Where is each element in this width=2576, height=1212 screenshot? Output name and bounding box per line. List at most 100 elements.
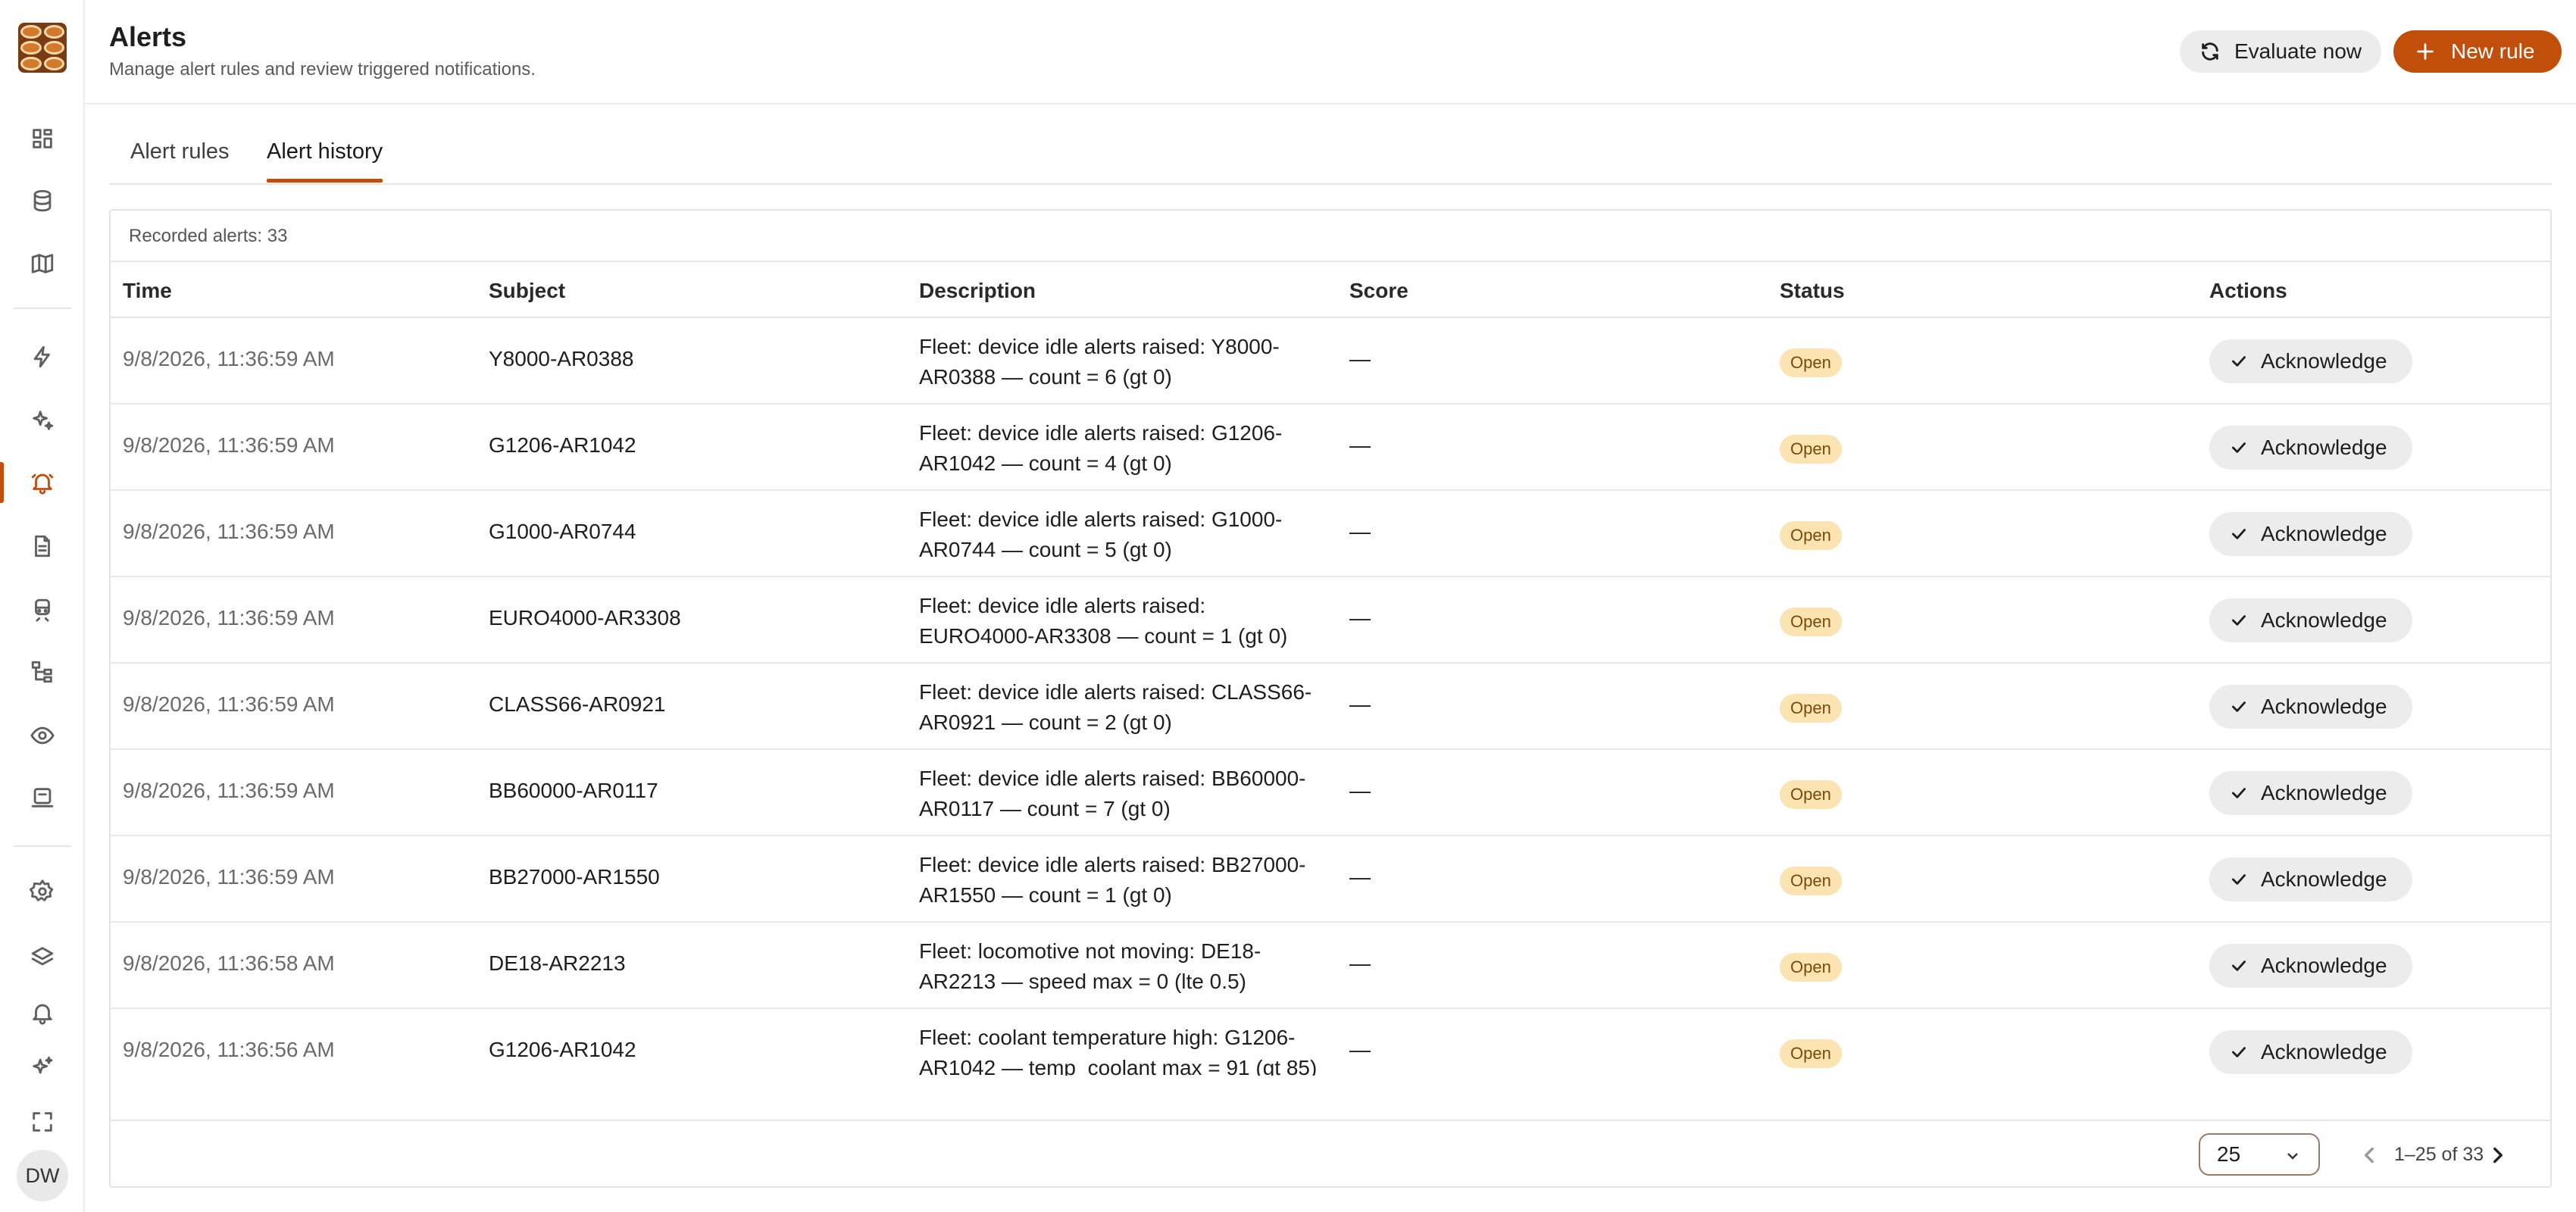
check-icon [2232, 356, 2246, 367]
acknowledge-label: Acknowledge [2261, 954, 2387, 977]
table-row: 9/8/2026, 11:36:59 AM G1206-AR1042 Fleet: … [111, 405, 2550, 491]
tab-alert-history[interactable]: Alert history [267, 139, 383, 183]
sidebar-item-database[interactable] [0, 174, 85, 227]
alert-description: Fleet: device idle alerts raised: Y8000-… [919, 335, 1280, 389]
acknowledge-label: Acknowledge [2261, 1040, 2387, 1064]
acknowledge-label: Acknowledge [2261, 436, 2387, 459]
sidebar-item-map[interactable] [0, 237, 85, 290]
column-header-score[interactable]: Score [1349, 279, 1408, 303]
status-badge: Open [1780, 435, 1842, 464]
sidebar-item-fleet[interactable] [0, 583, 85, 636]
check-icon [2232, 1047, 2246, 1057]
tab-alert-rules[interactable]: Alert rules [130, 139, 230, 181]
table-row: 9/8/2026, 11:36:59 AM CLASS66-AR0921 Fleet… [111, 664, 2550, 750]
sidebar-item-alerts[interactable] [0, 456, 85, 509]
acknowledge-button[interactable]: Acknowledge [2209, 598, 2412, 642]
sidebar: DW [0, 0, 85, 1212]
plus-icon [2417, 43, 2434, 60]
acknowledge-label: Acknowledge [2261, 695, 2387, 718]
alert-score: — [1349, 433, 1371, 457]
sidebar-item-notifications[interactable] [0, 986, 85, 1039]
alert-subject: G1206-AR1042 [489, 1038, 636, 1061]
layers-icon [31, 947, 54, 966]
acknowledge-label: Acknowledge [2261, 349, 2387, 373]
alert-subject: DE18-AR2213 [489, 951, 626, 975]
alert-subject: Y8000-AR0388 [489, 347, 634, 370]
alert-time: 9/8/2026, 11:36:59 AM [123, 347, 335, 370]
column-header-time[interactable]: Time [123, 279, 172, 303]
alert-subject: G1000-AR0744 [489, 520, 636, 543]
sidebar-item-events[interactable] [0, 330, 85, 383]
sidebar-item-assistant[interactable] [0, 1041, 85, 1094]
check-icon [2232, 788, 2246, 798]
check-icon [2232, 961, 2246, 971]
acknowledge-button[interactable]: Acknowledge [2209, 512, 2412, 556]
database-icon [33, 189, 52, 212]
evaluate-now-button[interactable]: Evaluate now [2180, 30, 2381, 73]
alert-description: Fleet: device idle alerts raised: CLASS6… [919, 680, 1312, 734]
page-header: Alerts Manage alert rules and review tri… [85, 0, 2576, 105]
alert-score: — [1349, 347, 1371, 370]
sidebar-item-reports[interactable] [0, 520, 85, 573]
check-icon [2232, 874, 2246, 885]
sidebar-item-dashboard[interactable] [0, 112, 85, 165]
chevron-left-icon [2365, 1147, 2374, 1164]
check-icon [2232, 615, 2246, 626]
acknowledge-label: Acknowledge [2261, 781, 2387, 804]
bell-icon [31, 473, 54, 495]
eye-icon [30, 726, 55, 745]
acknowledge-button[interactable]: Acknowledge [2209, 685, 2412, 729]
sidebar-item-console[interactable] [0, 771, 85, 824]
user-avatar[interactable]: DW [17, 1150, 68, 1201]
alert-description: Fleet: device idle alerts raised: EURO40… [919, 594, 1288, 648]
column-header-description[interactable]: Description [919, 279, 1036, 303]
alert-subject: G1206-AR1042 [489, 433, 636, 457]
sidebar-item-ai[interactable] [0, 394, 85, 447]
column-header-status[interactable]: Status [1780, 279, 1845, 303]
alert-description: Fleet: device idle alerts raised: G1000-… [919, 508, 1283, 561]
acknowledge-button[interactable]: Acknowledge [2209, 857, 2412, 901]
status-badge: Open [1780, 521, 1842, 550]
acknowledge-button[interactable]: Acknowledge [2209, 1030, 2412, 1074]
alert-time: 9/8/2026, 11:36:59 AM [123, 606, 335, 629]
alert-history-table: Recorded alerts: 33 Time Subject Descrip… [109, 209, 2552, 1188]
chevron-right-icon [2493, 1147, 2503, 1164]
alert-time: 9/8/2026, 11:36:59 AM [123, 779, 335, 802]
app-logo[interactable] [18, 23, 67, 73]
status-badge: Open [1780, 694, 1842, 723]
refresh-icon [2202, 42, 2218, 61]
acknowledge-button[interactable]: Acknowledge [2209, 339, 2412, 383]
sidebar-item-hierarchy[interactable] [0, 645, 85, 698]
column-header-subject[interactable]: Subject [489, 279, 565, 303]
page-size-select[interactable]: 25 [2199, 1133, 2320, 1176]
new-rule-label: New rule [2451, 39, 2535, 63]
acknowledge-button[interactable]: Acknowledge [2209, 771, 2412, 815]
table-row: 9/8/2026, 11:36:59 AM BB60000-AR0117 Fleet… [111, 750, 2550, 836]
table-footer: 25 1–25 of 33 [111, 1120, 2550, 1186]
alert-description: Fleet: device idle alerts raised: G1206-… [919, 421, 1283, 475]
table-row: 9/8/2026, 11:36:59 AM EURO4000-AR3308 Flee… [111, 577, 2550, 664]
sidebar-item-monitor[interactable] [0, 709, 85, 762]
alert-subject: EURO4000-AR3308 [489, 606, 681, 629]
gear-icon [30, 879, 54, 901]
table-row: 9/8/2026, 11:36:59 AM Y8000-AR0388 Fleet: … [111, 318, 2550, 405]
new-rule-button[interactable]: New rule [2393, 30, 2562, 73]
terminal-icon [31, 788, 54, 807]
status-badge: Open [1780, 867, 1842, 895]
acknowledge-button[interactable]: Acknowledge [2209, 426, 2412, 470]
dashboard-icon [33, 129, 52, 148]
sidebar-item-fullscreen[interactable] [0, 1095, 85, 1148]
acknowledge-button[interactable]: Acknowledge [2209, 944, 2412, 988]
alert-time: 9/8/2026, 11:36:59 AM [123, 865, 335, 889]
page-size-value: 25 [2217, 1142, 2241, 1166]
sidebar-item-settings[interactable] [0, 865, 85, 918]
alert-score: — [1349, 520, 1371, 543]
check-icon [2232, 529, 2246, 539]
recorded-alerts-count: Recorded alerts: 33 [129, 226, 288, 246]
notification-icon [33, 1004, 52, 1025]
previous-page-button[interactable] [2356, 1142, 2382, 1168]
sidebar-item-layers[interactable] [0, 930, 85, 983]
evaluate-now-label: Evaluate now [2234, 39, 2362, 63]
next-page-button[interactable] [2485, 1142, 2511, 1168]
status-badge: Open [1780, 608, 1842, 636]
